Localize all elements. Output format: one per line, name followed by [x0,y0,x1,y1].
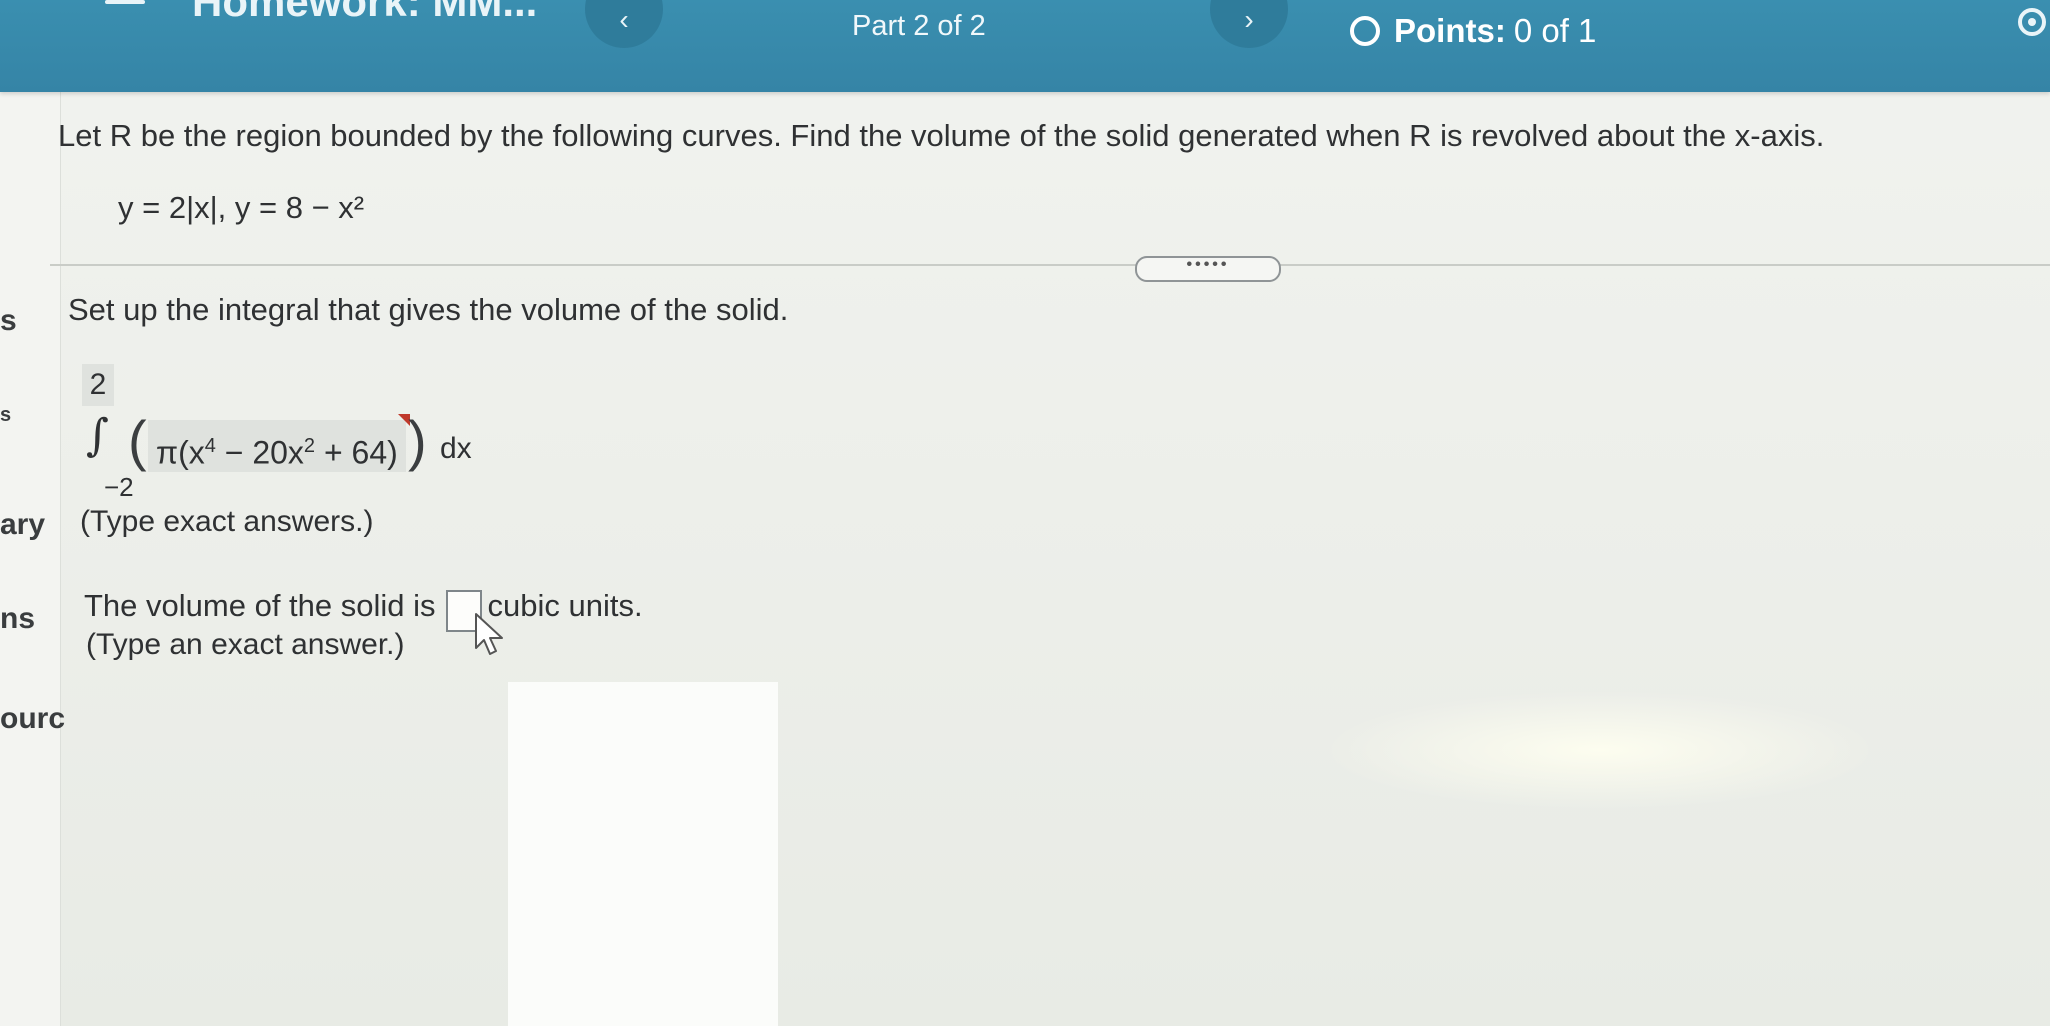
exponent-2: 2 [303,435,316,457]
points-display: Points: 0 of 1 [1350,12,1596,50]
screen-glare [1320,690,1880,810]
points-value: 0 of 1 [1513,12,1597,49]
differential: dx [440,432,472,465]
homework-title[interactable]: Homework: MM... [192,0,537,26]
integral-sign-icon: ∫ [86,410,109,461]
sidebar-fragment[interactable]: s [0,304,17,338]
sidebar-fragment[interactable]: ns [0,602,35,636]
exponent-4: 4 [204,435,216,457]
settings-gear-icon[interactable] [2014,4,2050,40]
question-prompt: Let R be the region bounded by the follo… [58,118,1825,153]
volume-suffix: cubic units. [487,588,643,623]
sidebar-fragment[interactable]: ourc [0,702,65,736]
lower-limit[interactable]: −2 [104,472,134,503]
integrand-open: (x [178,434,205,471]
points-circle-icon [1350,16,1380,46]
top-bar: Homework: MM... ‹ Part 2 of 2 › Points: … [0,0,2050,92]
chevron-left-icon: ‹ [619,4,629,35]
close-paren: ) [408,409,427,472]
type-exact-hint: (Type exact answers.) [80,505,374,538]
part-indicator: Part 2 of 2 [852,10,986,42]
section-divider [50,264,2050,266]
volume-prefix: The volume of the solid is [84,588,436,623]
left-sidebar: s s ary ns ourc [0,0,65,1026]
chevron-right-icon: › [1244,4,1254,35]
sidebar-fragment[interactable]: ary [0,508,45,542]
type-answer-hint: (Type an exact answer.) [86,628,405,661]
integrand-tail: + 64) [315,434,398,471]
expand-button[interactable]: ••••• [1135,256,1281,282]
sidebar-fragment[interactable]: s [0,404,11,427]
menu-icon[interactable] [105,0,145,14]
integrand-middle: − 20x [215,434,304,471]
setup-instruction: Set up the integral that gives the volum… [68,292,789,327]
mouse-cursor-icon [475,613,503,655]
open-paren: ( [128,409,147,472]
next-part-button[interactable]: › [1210,0,1288,48]
screen-glare [508,682,778,1026]
points-label: Points: [1394,12,1506,49]
upper-limit-field[interactable]: 2 [82,364,114,406]
previous-part-button[interactable]: ‹ [585,0,663,48]
curve-equations: y = 2|x|, y = 8 − x² [118,190,365,225]
integrand-field[interactable]: π(x4 − 20x2 + 64) [148,420,406,472]
pi-symbol: π [156,434,179,471]
volume-answer-line: The volume of the solid is cubic units. [84,580,643,632]
